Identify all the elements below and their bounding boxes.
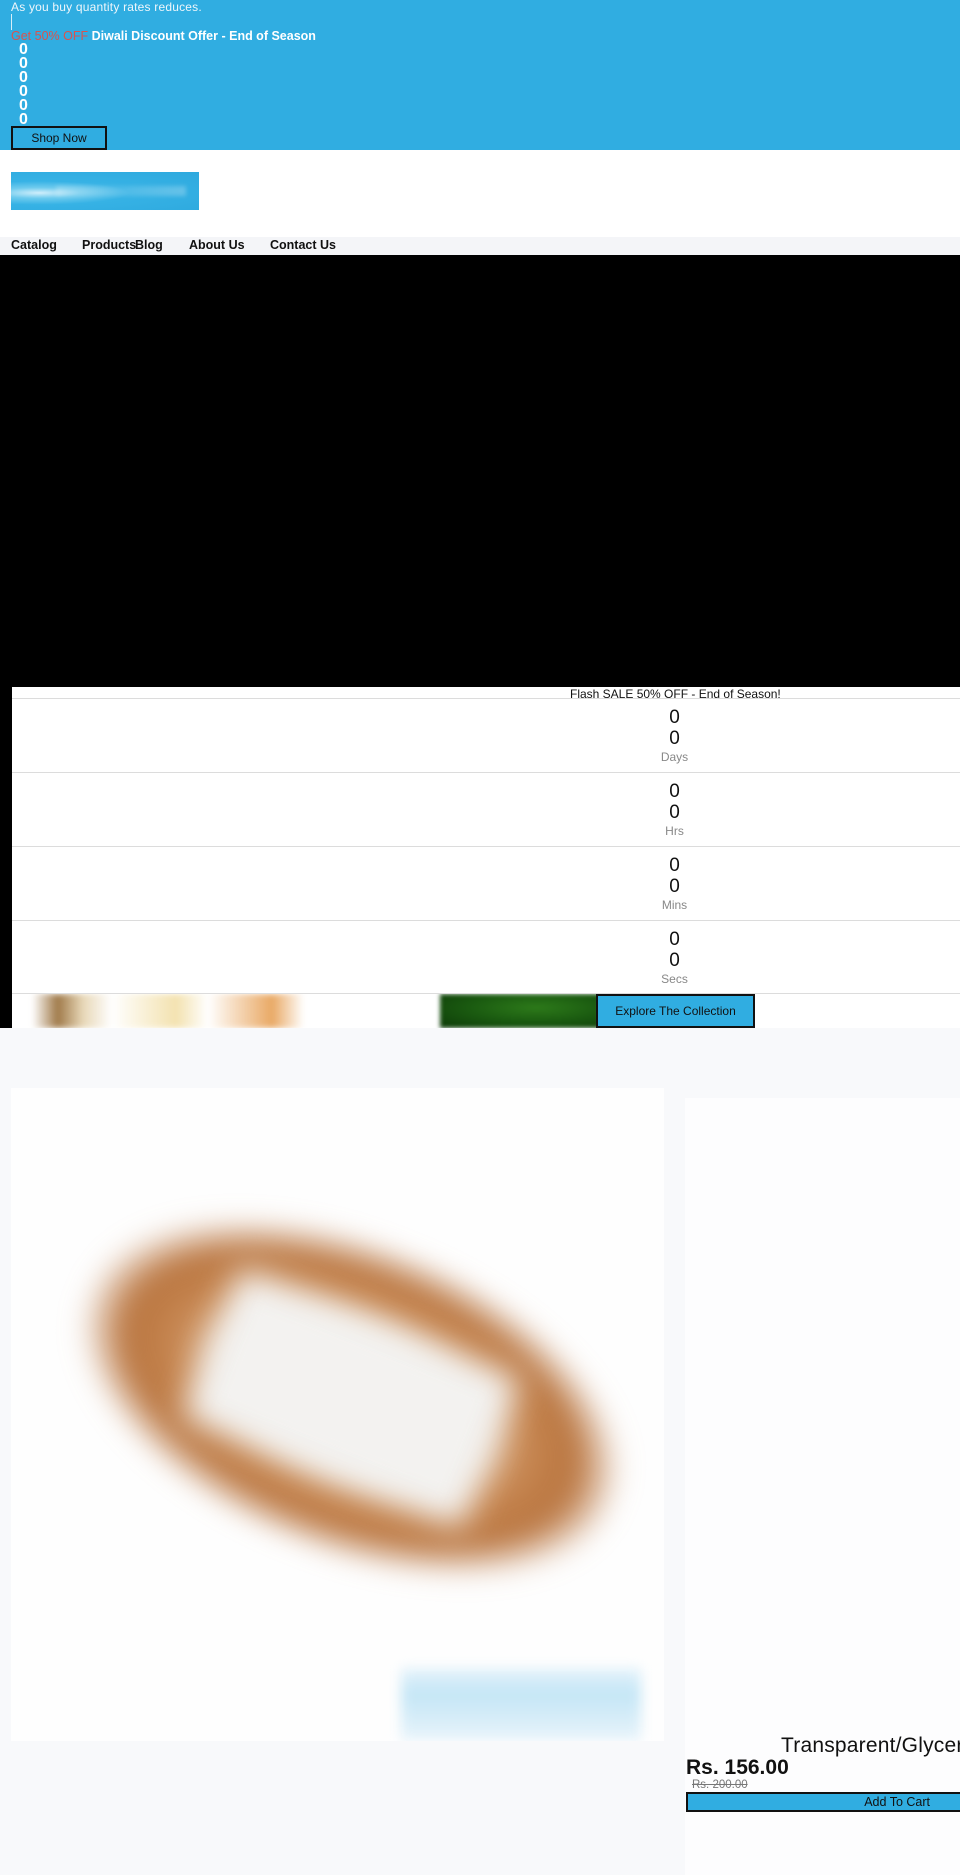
add-to-cart-button[interactable]: Add To Cart	[686, 1792, 960, 1812]
flash-sale-panel: Flash SALE 50% OFF - End of Season! 0 0 …	[12, 687, 960, 994]
product-image[interactable]	[11, 1088, 664, 1741]
hero-image-leaves	[440, 994, 600, 1028]
countdown-digit: 0	[19, 41, 28, 58]
countdown-digit: 0	[19, 69, 28, 86]
nav-item-catalog[interactable]: Catalog	[11, 237, 57, 253]
hero-image-soaps	[32, 994, 352, 1028]
nav-item-blog[interactable]: Blog	[135, 237, 163, 253]
announcement-divider	[11, 14, 12, 30]
nav-item-products[interactable]: Products	[82, 237, 136, 253]
countdown-unit: Secs	[661, 972, 688, 986]
countdown-value: 0	[669, 707, 680, 728]
nav-item-contact-us[interactable]: Contact Us	[270, 237, 336, 253]
countdown-digit: 0	[19, 111, 28, 128]
hero-section: Flash SALE 50% OFF - End of Season! 0 0 …	[0, 255, 960, 1028]
announcement-offer: Get 50% OFF Diwali Discount Offer - End …	[11, 29, 316, 43]
shop-now-button[interactable]: Shop Now	[11, 126, 107, 150]
product-price: Rs. 156.00	[686, 1756, 789, 1779]
countdown-unit: Mins	[661, 898, 688, 912]
countdown-days: 0 0 Days	[12, 698, 960, 772]
countdown-value: 0	[669, 950, 680, 971]
countdown-value: 0	[669, 855, 680, 876]
countdown-value: 0	[669, 781, 680, 802]
main-nav: Catalog Products Blog About Us Contact U…	[0, 237, 960, 255]
product-compare-price: Rs. 200.00	[692, 1779, 748, 1791]
site-header	[0, 150, 960, 237]
announcement-tagline: As you buy quantity rates reduces.	[11, 0, 202, 14]
countdown-seconds: 0 0 Secs	[12, 920, 960, 994]
countdown-digit: 0	[19, 97, 28, 114]
nav-item-about-us[interactable]: About Us	[189, 237, 245, 253]
offer-text: Diwali Discount Offer - End of Season	[91, 29, 316, 43]
countdown-value: 0	[669, 728, 680, 749]
announcement-bar: As you buy quantity rates reduces. Get 5…	[0, 0, 960, 150]
countdown-digit: 0	[19, 55, 28, 72]
countdown-value: 0	[669, 876, 680, 897]
hero-image-strip	[12, 994, 960, 1028]
product-title[interactable]: Transparent/Glycerin	[781, 1734, 960, 1758]
store-logo[interactable]	[11, 172, 199, 210]
countdown-value: 0	[669, 929, 680, 950]
countdown-digit: 0	[19, 83, 28, 100]
countdown-minutes: 0 0 Mins	[12, 846, 960, 920]
product-image-badge	[401, 1668, 641, 1741]
countdown-value: 0	[669, 802, 680, 823]
countdown-unit: Days	[660, 750, 689, 764]
countdown-hours: 0 0 Hrs	[12, 772, 960, 846]
countdown-unit: Hrs	[665, 824, 684, 838]
explore-collection-button[interactable]: Explore The Collection	[596, 994, 755, 1028]
